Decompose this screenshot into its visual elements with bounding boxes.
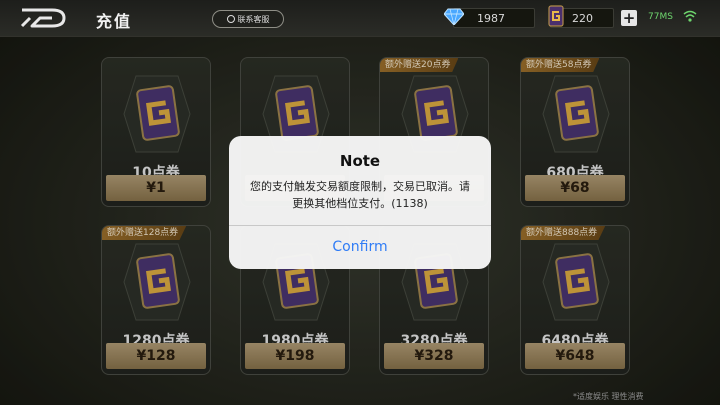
- confirm-button[interactable]: Confirm: [229, 226, 491, 269]
- headset-icon: [226, 15, 235, 23]
- diamond-balance: 1987: [453, 8, 535, 28]
- diamond-icon: [444, 8, 464, 25]
- wifi-signal-icon: [683, 10, 697, 22]
- add-currency-button[interactable]: +: [621, 10, 637, 26]
- customer-service-button[interactable]: 联系客服: [212, 10, 284, 28]
- diamond-amount: 1987: [477, 11, 505, 25]
- page-title: 充值: [96, 12, 133, 31]
- top-bar: 充值 联系客服 1987 220 + 77MS: [0, 0, 720, 37]
- alert-dialog: Note 您的支付触发交易额度限制，交易已取消。请更换其他档位支付。(1138)…: [229, 136, 491, 269]
- voucher-amount: 220: [572, 11, 593, 25]
- dialog-title: Note: [339, 152, 381, 170]
- customer-service-label: 联系客服: [237, 14, 270, 24]
- back-arrow-icon[interactable]: [18, 6, 72, 30]
- voucher-icon: [548, 5, 564, 27]
- ping-readout: 77MS: [648, 12, 673, 22]
- dialog-message: 您的支付触发交易额度限制，交易已取消。请更换其他档位支付。(1138): [250, 180, 470, 210]
